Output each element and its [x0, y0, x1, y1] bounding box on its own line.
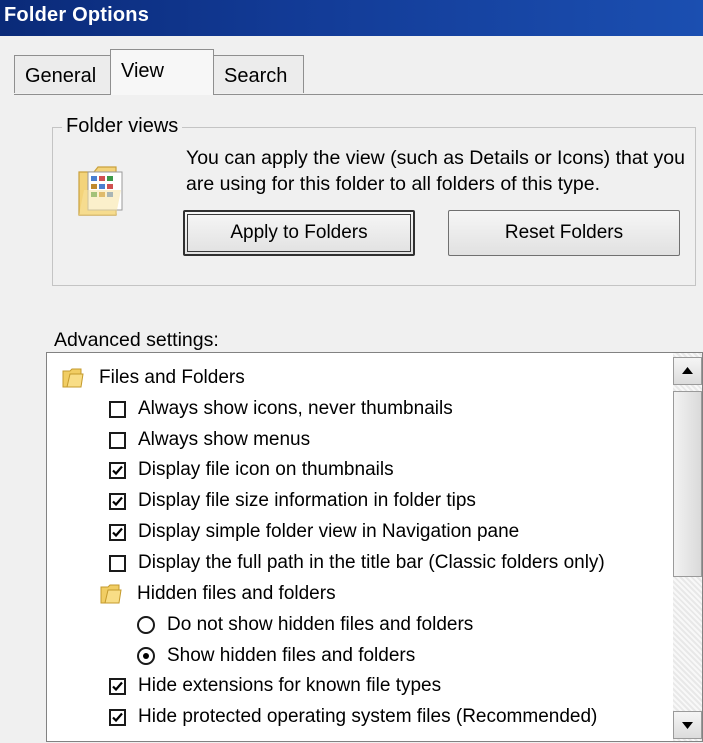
arrow-up-icon	[682, 367, 693, 374]
tab-view[interactable]: View	[110, 49, 214, 95]
scroll-down-button[interactable]	[673, 711, 702, 739]
list-item-checkbox[interactable]: Display file icon on thumbnails	[109, 455, 394, 485]
checkmark-icon	[112, 496, 123, 506]
tab-search[interactable]: Search	[213, 55, 304, 93]
checkbox[interactable]	[109, 554, 126, 572]
list-item-label: Always show menus	[138, 429, 311, 450]
tab-general[interactable]: General	[14, 55, 112, 93]
list-item-checkbox[interactable]: Display the full path in the title bar (…	[109, 548, 605, 578]
advanced-settings-list[interactable]: Files and Folders Always show icons, nev…	[46, 352, 703, 742]
list-item-label: Always show icons, never thumbnails	[138, 398, 453, 419]
list-item-label: Hide protected operating system files (R…	[138, 706, 598, 727]
reset-folders-button[interactable]: Reset Folders	[448, 210, 680, 256]
list-item-checkbox[interactable]: Hide extensions for known file types	[109, 671, 441, 701]
list-item-label: Display simple folder view in Navigation…	[138, 521, 520, 542]
checkmark-icon	[112, 712, 123, 722]
list-item-hidden-files-and-folders: Hidden files and folders	[99, 579, 336, 609]
checkbox-checked[interactable]	[109, 708, 126, 726]
advanced-settings-label: Advanced settings:	[54, 329, 219, 351]
window-title: Folder Options	[4, 4, 150, 26]
focus-rectangle	[187, 214, 411, 252]
list-item-label: Do not show hidden files and folders	[167, 614, 474, 635]
list-item-label: Display the full path in the title bar (…	[138, 552, 605, 573]
list-item-checkbox[interactable]: Display file size information in folder …	[109, 486, 476, 516]
radio-dot	[143, 653, 149, 659]
tab-general-label: General	[25, 65, 97, 87]
arrow-down-icon	[682, 722, 693, 729]
checkbox-checked[interactable]	[109, 461, 126, 479]
checkbox-checked[interactable]	[109, 677, 126, 695]
radio-button-selected[interactable]	[137, 647, 155, 665]
list-item-label: Show hidden files and folders	[167, 645, 416, 666]
checkbox[interactable]	[109, 400, 126, 418]
checkmark-icon	[112, 465, 123, 475]
list-item-radio[interactable]: Show hidden files and folders	[137, 641, 415, 671]
list-item-label: Hide extensions for known file types	[138, 675, 442, 696]
folder-view-icon	[78, 166, 123, 216]
checkbox[interactable]	[109, 431, 126, 449]
checkbox-checked[interactable]	[109, 523, 126, 541]
reset-folders-label: Reset Folders	[504, 222, 624, 243]
folder-views-description: You can apply the view (such as Details …	[186, 147, 685, 195]
checkbox-checked[interactable]	[109, 492, 126, 510]
radio-button[interactable]	[137, 616, 155, 634]
list-item-checkbox[interactable]: Display simple folder view in Navigation…	[109, 517, 519, 547]
list-item-checkbox[interactable]: Always show menus	[109, 425, 310, 455]
list-item-files-and-folders: Files and Folders	[61, 363, 245, 393]
list-item-radio[interactable]: Do not show hidden files and folders	[137, 610, 473, 640]
apply-to-folders-button[interactable]: Apply to Folders	[183, 210, 415, 256]
scroll-up-button[interactable]	[673, 357, 702, 385]
vertical-scrollbar[interactable]	[673, 353, 702, 741]
tab-view-label: View	[121, 60, 164, 82]
list-item-label: Display file size information in folder …	[138, 490, 476, 511]
list-item-label: Files and Folders	[99, 367, 245, 388]
list-item-label: Display file icon on thumbnails	[138, 459, 394, 480]
checkmark-icon	[112, 681, 123, 691]
folder-icon	[62, 368, 84, 388]
list-item-checkbox[interactable]: Hide protected operating system files (R…	[109, 702, 597, 732]
list-item-checkbox[interactable]: Always show icons, never thumbnails	[109, 394, 453, 424]
scroll-thumb[interactable]	[673, 391, 702, 577]
checkmark-icon	[112, 527, 123, 537]
tab-search-label: Search	[224, 65, 288, 87]
folder-icon	[100, 584, 122, 604]
list-item-label: Hidden files and folders	[137, 583, 336, 604]
title-bar[interactable]: Folder Options	[0, 0, 703, 36]
folder-views-label: Folder views	[62, 115, 183, 138]
